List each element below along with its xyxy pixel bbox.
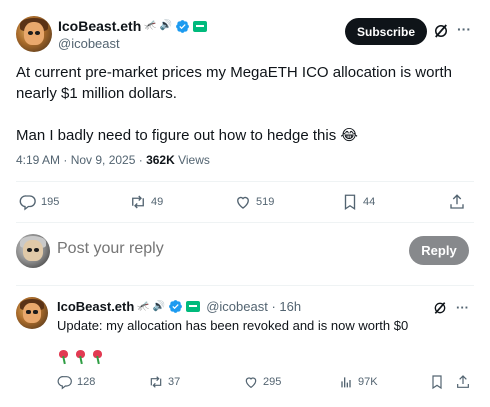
like-count: 519 bbox=[256, 196, 275, 208]
reply-text: Update: my allocation has been revoked a… bbox=[57, 318, 409, 333]
wilted-rose-icon bbox=[74, 350, 87, 365]
rose-emoji-row bbox=[57, 350, 104, 365]
bookmark-action[interactable] bbox=[429, 374, 445, 390]
like-action[interactable]: 295 bbox=[243, 374, 281, 390]
reply-author-display-name[interactable]: IcoBeast.eth bbox=[57, 299, 134, 314]
reply-input[interactable] bbox=[57, 240, 387, 258]
reply-button[interactable]: Reply bbox=[409, 236, 469, 265]
repost-action[interactable]: 37 bbox=[148, 374, 180, 390]
views-label: Views bbox=[174, 153, 210, 167]
bookmark-icon bbox=[344, 194, 356, 211]
affiliate-badge-icon bbox=[186, 301, 201, 312]
divider bbox=[16, 222, 474, 223]
tweet-body: At current pre-market prices my MegaETH … bbox=[16, 62, 476, 167]
verified-badge-icon bbox=[169, 300, 183, 313]
wilted-rose-icon bbox=[57, 350, 70, 365]
grok-icon[interactable] bbox=[432, 300, 448, 316]
share-icon bbox=[457, 375, 469, 388]
grok-icon[interactable] bbox=[432, 22, 450, 40]
author-display-name[interactable]: IcoBeast.eth bbox=[58, 18, 141, 34]
speaker-emoji-icon: 🔊 bbox=[152, 300, 166, 312]
author-name-row: IcoBeast.eth 🦟 🔊 bbox=[58, 18, 208, 34]
bookmark-count: 44 bbox=[363, 196, 376, 208]
verified-badge-icon bbox=[176, 19, 190, 33]
repost-count: 37 bbox=[168, 376, 181, 388]
like-icon bbox=[237, 196, 249, 209]
reply-action[interactable]: 195 bbox=[19, 193, 59, 211]
tweet-text-line: At current pre-market prices my MegaETH … bbox=[16, 64, 452, 102]
share-action[interactable] bbox=[448, 193, 466, 211]
tweet-timestamp[interactable]: 4:19 AM · Nov 9, 2025 · bbox=[16, 153, 146, 167]
reply-author-handle-time[interactable]: @icobeast · 16h bbox=[206, 299, 301, 314]
reply-author-name-row: IcoBeast.eth 🦟 🔊 @icobeast · 16h bbox=[57, 299, 301, 314]
views-count: 97K bbox=[358, 376, 378, 388]
tweet-meta: 4:19 AM · Nov 9, 2025 · 362K Views bbox=[16, 153, 210, 167]
bookmark-action[interactable]: 44 bbox=[341, 193, 375, 211]
reply-author-avatar[interactable] bbox=[16, 297, 48, 329]
share-action[interactable] bbox=[455, 374, 471, 390]
reply-icon bbox=[19, 195, 36, 211]
like-count: 295 bbox=[263, 376, 282, 388]
reply-action[interactable]: 128 bbox=[57, 374, 95, 390]
divider bbox=[16, 285, 474, 286]
mosquito-emoji-icon: 🦟 bbox=[137, 300, 150, 312]
bookmark-icon bbox=[432, 375, 442, 390]
views-icon bbox=[341, 377, 351, 388]
wilted-rose-icon bbox=[91, 350, 104, 365]
share-icon bbox=[450, 194, 464, 209]
repost-count: 49 bbox=[151, 196, 164, 208]
like-icon bbox=[245, 377, 257, 389]
more-icon[interactable]: ··· bbox=[456, 300, 469, 315]
tweet-action-bar: 195 49 519 44 bbox=[0, 193, 490, 217]
affiliate-badge-icon bbox=[193, 20, 208, 32]
repost-icon bbox=[150, 376, 162, 388]
subscribe-button[interactable]: Subscribe bbox=[345, 18, 427, 45]
divider bbox=[16, 181, 474, 182]
reply-icon bbox=[57, 376, 72, 390]
mosquito-emoji-icon: 🦟 bbox=[144, 20, 157, 31]
author-handle[interactable]: @icobeast bbox=[58, 36, 120, 51]
reply-count: 195 bbox=[41, 196, 60, 208]
views-count: 362K bbox=[146, 153, 175, 167]
repost-action[interactable]: 49 bbox=[129, 193, 163, 211]
reply-count: 128 bbox=[77, 376, 96, 388]
tweet-text-line: Man I badly need to figure out how to he… bbox=[16, 127, 358, 144]
views-action[interactable]: 97K bbox=[338, 374, 378, 390]
like-action[interactable]: 519 bbox=[234, 193, 274, 211]
reply-action-bar: 128 37 295 97K bbox=[0, 374, 490, 398]
more-icon[interactable]: ··· bbox=[456, 22, 472, 38]
current-user-avatar[interactable] bbox=[16, 234, 50, 268]
repost-icon bbox=[132, 195, 144, 209]
author-avatar[interactable] bbox=[16, 16, 52, 52]
speaker-emoji-icon: 🔊 bbox=[159, 20, 173, 31]
